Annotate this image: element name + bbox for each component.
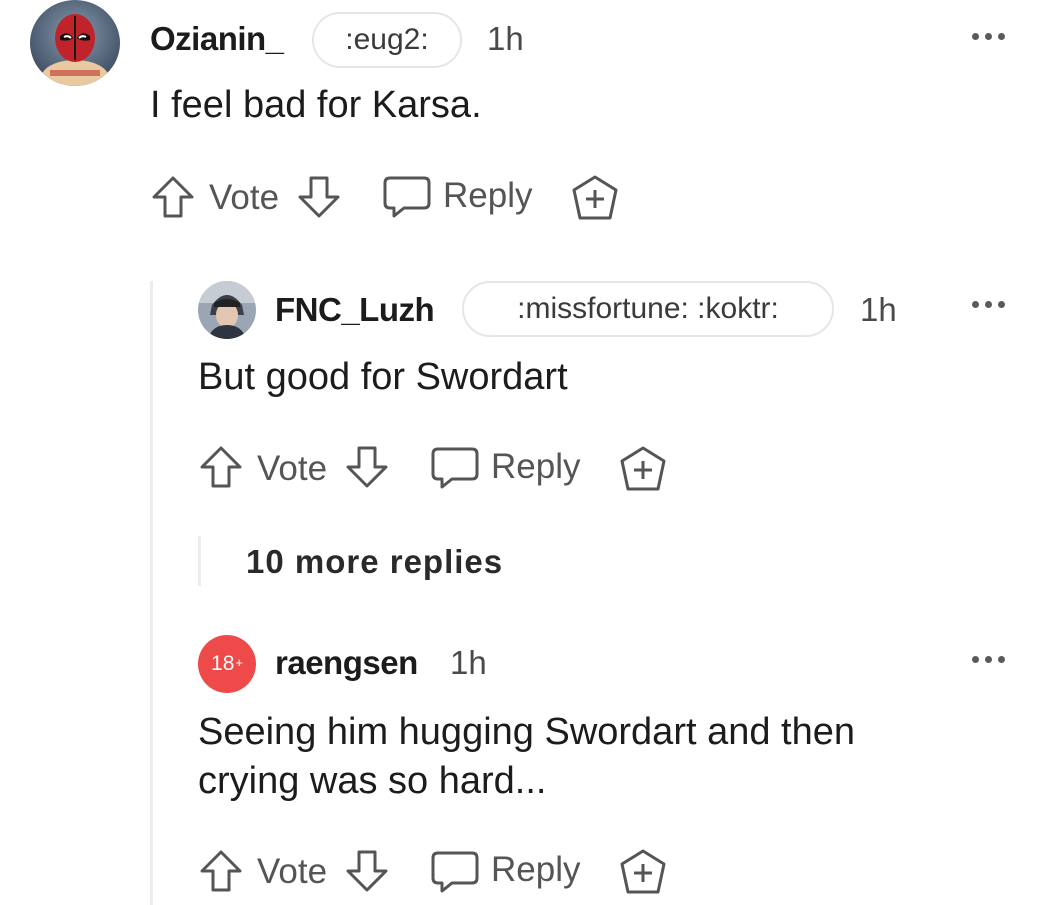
- timestamp: 1h: [487, 20, 524, 57]
- upvote-icon[interactable]: [150, 174, 196, 220]
- user-flair: :eug2:: [312, 12, 462, 68]
- comment-body-line-1: Seeing him hugging Swordart and then: [198, 711, 856, 753]
- award-icon[interactable]: [618, 445, 668, 493]
- deadpool-avatar-icon: [30, 0, 120, 86]
- vote-label: Vote: [257, 449, 328, 488]
- reply-icon[interactable]: [430, 446, 480, 490]
- more-replies-thread-line: [198, 536, 201, 586]
- reply-button[interactable]: Reply: [443, 176, 532, 216]
- upvote-icon[interactable]: [198, 848, 244, 894]
- comment-body: I feel bad for Karsa.: [150, 84, 482, 126]
- username[interactable]: Ozianin_: [150, 20, 284, 58]
- downvote-icon[interactable]: [344, 444, 390, 490]
- avatar[interactable]: [198, 281, 256, 339]
- reply-button[interactable]: Reply: [491, 850, 580, 890]
- avatar[interactable]: [30, 0, 120, 86]
- timestamp: 1h: [450, 644, 487, 681]
- more-replies-link[interactable]: 10 more replies: [246, 543, 503, 581]
- more-options-icon[interactable]: [972, 301, 1005, 308]
- reply-icon[interactable]: [382, 175, 432, 219]
- user-flair: :missfortune: :koktr:: [462, 281, 834, 337]
- comment-body: But good for Swordart: [198, 356, 568, 398]
- downvote-icon[interactable]: [296, 174, 342, 220]
- vote-label: Vote: [257, 852, 328, 891]
- more-options-icon[interactable]: [972, 33, 1005, 40]
- username[interactable]: FNC_Luzh: [275, 291, 435, 329]
- award-icon[interactable]: [570, 174, 620, 222]
- downvote-icon[interactable]: [344, 848, 390, 894]
- award-icon[interactable]: [618, 848, 668, 896]
- upvote-icon[interactable]: [198, 444, 244, 490]
- nsfw-badge-plus: +: [235, 654, 243, 670]
- reply-icon[interactable]: [430, 850, 480, 894]
- reply-button[interactable]: Reply: [491, 447, 580, 487]
- user-photo-avatar-icon: [198, 281, 256, 339]
- timestamp: 1h: [860, 291, 897, 328]
- comment-body-line-2: crying was so hard...: [198, 760, 547, 802]
- nsfw-badge-label: 18: [211, 652, 235, 675]
- thread-line[interactable]: [150, 281, 153, 905]
- vote-label: Vote: [209, 178, 280, 217]
- more-options-icon[interactable]: [972, 656, 1005, 663]
- username[interactable]: raengsen: [275, 644, 418, 682]
- nsfw-avatar[interactable]: 18 +: [198, 635, 256, 693]
